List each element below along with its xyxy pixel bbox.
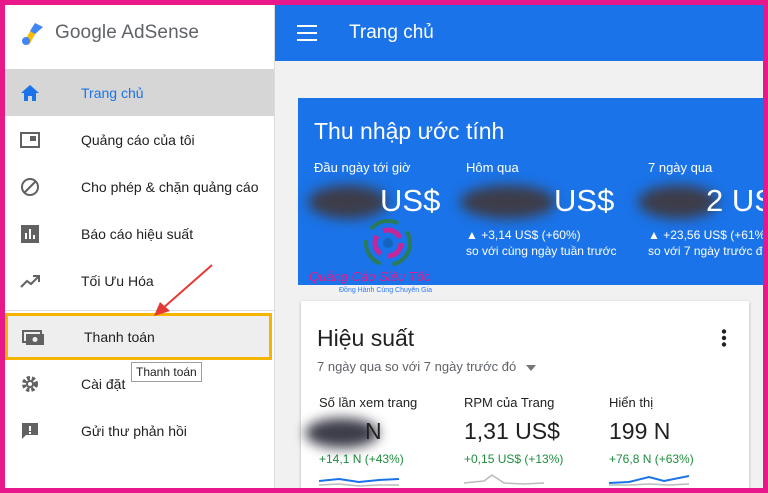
earnings-value-text: US$ bbox=[554, 183, 615, 218]
metric-value-text: N bbox=[365, 418, 382, 444]
metric-change: +0,15 US$ (+13%) bbox=[464, 452, 564, 466]
feedback-icon bbox=[19, 420, 41, 442]
sparkline-page-views bbox=[319, 477, 399, 487]
metric-label: Số lần xem trang bbox=[319, 395, 418, 410]
sidebar-item-label: Cài đặt bbox=[81, 375, 126, 392]
earnings-compare-note: so với 7 ngày trước đ bbox=[648, 244, 763, 258]
sidebar-item-my-ads[interactable]: Quảng cáo của tôi bbox=[5, 116, 274, 163]
metric-label: RPM của Trang bbox=[464, 395, 555, 410]
sidebar-item-label: Tối Ưu Hóa bbox=[81, 272, 154, 289]
metric-value: 1,31 US$ bbox=[464, 418, 560, 444]
metric-change: +76,8 N (+63%) bbox=[609, 452, 694, 466]
earnings-yesterday: Hôm qua US$ ▲ +3,14 US$ (+60%) so với cù… bbox=[460, 160, 636, 259]
metric-label: Hiển thị bbox=[609, 395, 654, 410]
brand[interactable]: Google AdSense bbox=[5, 5, 274, 61]
metric-page-views[interactable]: Số lần xem trang N +14,1 N (+43%) bbox=[305, 395, 418, 466]
earnings-value: US$ bbox=[460, 183, 636, 219]
adsense-logo-icon bbox=[22, 23, 43, 45]
sidebar-item-feedback[interactable]: Gửi thư phản hồi bbox=[5, 407, 274, 454]
page-title: Trang chủ bbox=[349, 22, 434, 43]
annotation-arrow-icon bbox=[154, 264, 213, 316]
earnings-label: Đầu ngày tới giờ bbox=[314, 160, 411, 175]
brand-name: Google AdSense bbox=[55, 22, 200, 43]
earnings-value: 2 US bbox=[638, 183, 763, 219]
earnings-last-7-days: 7 ngày qua 2 US ▲ +23,56 US$ (+61% so vớ… bbox=[638, 160, 763, 259]
metric-value: N bbox=[305, 418, 417, 448]
home-icon bbox=[19, 82, 41, 104]
sidebar-item-label: Thanh toán bbox=[84, 328, 155, 345]
watermark-tagline: Đồng Hành Cùng Chuyên Gia bbox=[339, 287, 433, 294]
sparkline-page-rpm bbox=[464, 474, 544, 485]
hamburger-menu-icon[interactable] bbox=[297, 25, 317, 41]
earnings-compare-note: so với cùng ngày tuần trước bbox=[466, 244, 617, 258]
sidebar-item-label: Gửi thư phản hồi bbox=[81, 422, 187, 439]
earnings-value-text: US$ bbox=[380, 183, 441, 218]
performance-title: Hiệu suất bbox=[317, 325, 415, 351]
more-vert-icon[interactable] bbox=[721, 329, 727, 347]
sidebar-item-payments[interactable]: Thanh toán bbox=[5, 313, 272, 360]
sidebar-item-label: Quảng cáo của tôi bbox=[81, 131, 195, 148]
earnings-value-text: 2 US bbox=[706, 183, 763, 218]
sidebar: Google AdSense Trang chủ Quảng cáo của t… bbox=[5, 5, 275, 488]
blurred-value-mask bbox=[460, 185, 556, 219]
sidebar-item-allow-block-ads[interactable]: Cho phép & chặn quảng cáo bbox=[5, 163, 274, 210]
sidebar-item-label: Báo cáo hiệu suất bbox=[81, 225, 194, 242]
chevron-down-icon bbox=[525, 365, 536, 371]
date-range-dropdown[interactable]: 7 ngày qua so với 7 ngày trước đó bbox=[317, 359, 536, 374]
earnings-change: ▲ +23,56 US$ (+61% bbox=[648, 228, 763, 242]
sparkline-impressions bbox=[609, 475, 689, 486]
sidebar-divider bbox=[5, 310, 274, 311]
metric-change: +14,1 N (+43%) bbox=[319, 452, 404, 466]
earnings-label: Hôm qua bbox=[466, 160, 519, 175]
block-icon bbox=[19, 176, 41, 198]
bar-chart-icon bbox=[19, 223, 41, 245]
tooltip: Thanh toán bbox=[131, 362, 202, 382]
earnings-value: US$ bbox=[308, 183, 484, 219]
sidebar-item-label: Cho phép & chặn quảng cáo bbox=[81, 178, 259, 195]
sidebar-item-reports[interactable]: Báo cáo hiệu suất bbox=[5, 210, 274, 257]
watermark-name: Quảng Cáo Siêu Tốc bbox=[309, 269, 431, 284]
metric-impressions[interactable]: Hiển thị 199 N +76,8 N (+63%) bbox=[609, 395, 694, 466]
top-app-bar: Trang chủ bbox=[275, 5, 763, 61]
sidebar-item-label: Trang chủ bbox=[81, 84, 144, 101]
watermark-logo-icon bbox=[364, 219, 412, 267]
earnings-title: Thu nhập ước tính bbox=[314, 118, 505, 144]
sidebar-item-home[interactable]: Trang chủ bbox=[5, 69, 274, 116]
trending-icon bbox=[19, 270, 41, 292]
payments-icon bbox=[22, 326, 44, 348]
settings-icon bbox=[19, 373, 41, 395]
performance-card: Hiệu suất 7 ngày qua so với 7 ngày trước… bbox=[301, 301, 749, 488]
app-window: Google AdSense Trang chủ Quảng cáo của t… bbox=[5, 5, 763, 488]
earnings-label: 7 ngày qua bbox=[648, 160, 713, 175]
sidebar-item-optimization[interactable]: Tối Ưu Hóa bbox=[5, 257, 274, 304]
blurred-value-mask bbox=[308, 185, 388, 219]
earnings-change: ▲ +3,14 US$ (+60%) bbox=[466, 228, 581, 242]
metric-value: 199 N bbox=[609, 418, 671, 444]
earnings-today: Đầu ngày tới giờ US$ bbox=[308, 160, 484, 219]
date-range-label: 7 ngày qua so với 7 ngày trước đó bbox=[317, 359, 517, 374]
metric-page-rpm[interactable]: RPM của Trang 1,31 US$ +0,15 US$ (+13%) bbox=[464, 395, 563, 466]
ad-units-icon bbox=[19, 129, 41, 151]
